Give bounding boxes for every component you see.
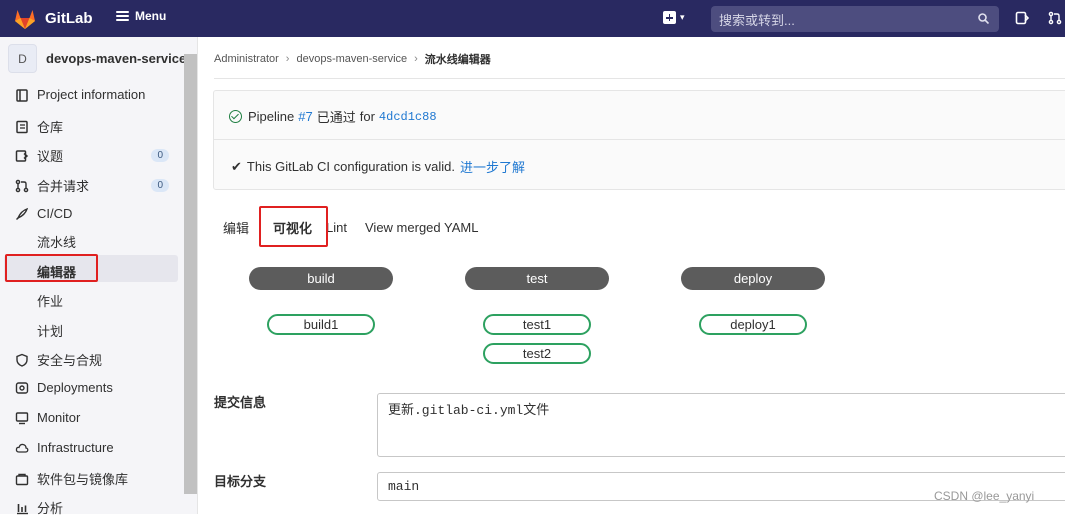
sidebar-item-monitor[interactable]: Monitor bbox=[15, 410, 175, 425]
commit-message-field[interactable]: 更新.gitlab-ci.yml文件 bbox=[377, 393, 1065, 457]
cloud-icon bbox=[15, 443, 29, 453]
sidebar-item-issues[interactable]: 议题 0 bbox=[15, 146, 175, 165]
pipeline-status-line: Pipeline #7 已通过 for 4dcd1c88 bbox=[229, 107, 437, 126]
project-avatar: D bbox=[8, 44, 37, 73]
job-build1[interactable]: build1 bbox=[267, 314, 375, 335]
config-valid-text: This GitLab CI configuration is valid. bbox=[246, 159, 456, 174]
deployments-icon bbox=[15, 381, 29, 394]
sidebar-subitem-schedules[interactable]: 计划 bbox=[37, 321, 63, 340]
menu-button[interactable]: Menu bbox=[116, 9, 166, 23]
sidebar-item-project-information[interactable]: Project information bbox=[15, 87, 175, 102]
sidebar-item-label: CI/CD bbox=[37, 206, 73, 221]
sidebar-item-label: 安全与合规 bbox=[37, 353, 103, 368]
rocket-icon bbox=[16, 207, 29, 220]
project-icon bbox=[16, 88, 28, 102]
breadcrumb: Administrator › devops-maven-service › 流… bbox=[214, 51, 491, 67]
tab-edit[interactable]: 编辑 bbox=[213, 218, 259, 237]
sidebar-item-label: 分析 bbox=[37, 501, 64, 516]
gitlab-logo-icon[interactable] bbox=[13, 8, 37, 30]
visualize-highlight-box bbox=[259, 206, 328, 247]
sidebar-item-repository[interactable]: 仓库 bbox=[15, 117, 175, 136]
sidebar-item-label: 软件包与镜像库 bbox=[37, 472, 129, 487]
stage-build: build bbox=[249, 267, 393, 290]
check-icon: ✔ bbox=[231, 158, 242, 174]
chevron-down-icon: ▾ bbox=[680, 12, 685, 22]
repository-icon bbox=[16, 120, 28, 133]
brand-name[interactable]: GitLab bbox=[45, 10, 93, 27]
project-header[interactable]: D devops-maven-service bbox=[8, 44, 186, 73]
target-branch-label: 目标分支 bbox=[214, 474, 267, 489]
issues-nav-icon[interactable] bbox=[1015, 11, 1029, 25]
learn-more-link[interactable]: 进一步了解 bbox=[460, 157, 525, 176]
pipeline-status-text: 已通过 bbox=[316, 110, 356, 125]
sidebar-item-infrastructure[interactable]: Infrastructure bbox=[15, 440, 175, 455]
sidebar-item-packages[interactable]: 软件包与镜像库 bbox=[15, 469, 175, 488]
tab-view-merged-yaml[interactable]: View merged YAML bbox=[357, 220, 488, 235]
config-valid-line: ✔ This GitLab CI configuration is valid.… bbox=[231, 157, 525, 176]
menu-label: Menu bbox=[135, 9, 167, 23]
sidebar-item-analytics[interactable]: 分析 bbox=[15, 498, 175, 517]
pipeline-prefix: Pipeline bbox=[248, 109, 295, 124]
plus-square-icon bbox=[663, 11, 676, 24]
issues-count-badge: 0 bbox=[151, 149, 169, 162]
commit-message-label: 提交信息 bbox=[214, 395, 267, 410]
watermark: CSDN @lee_yanyi bbox=[934, 489, 1035, 503]
sidebar-item-label: Deployments bbox=[37, 380, 113, 395]
shield-icon bbox=[16, 353, 28, 367]
sidebar-item-label: Infrastructure bbox=[37, 440, 114, 455]
top-navbar: GitLab Menu ▾ 搜索或转到... bbox=[0, 0, 1065, 37]
status-passed-icon bbox=[229, 110, 242, 123]
monitor-icon bbox=[15, 411, 29, 424]
pipeline-id-link[interactable]: #7 bbox=[298, 109, 312, 124]
sidebar-subitem-jobs[interactable]: 作业 bbox=[37, 291, 63, 310]
search-input[interactable]: 搜索或转到... bbox=[711, 6, 999, 32]
sidebar-scrollbar[interactable] bbox=[184, 54, 197, 494]
breadcrumb-current[interactable]: 流水线编辑器 bbox=[425, 51, 491, 67]
sidebar-item-deployments[interactable]: Deployments bbox=[15, 380, 175, 395]
panel-divider bbox=[214, 139, 1065, 140]
project-sidebar: D devops-maven-service Project informati… bbox=[0, 37, 198, 517]
sidebar-item-label: 仓库 bbox=[37, 120, 64, 135]
package-icon bbox=[15, 473, 29, 485]
merge-requests-count-badge: 0 bbox=[151, 179, 169, 192]
pipeline-for-label: for bbox=[359, 109, 375, 124]
commit-sha-link[interactable]: 4dcd1c88 bbox=[379, 110, 437, 124]
merge-requests-nav-icon[interactable] bbox=[1048, 11, 1062, 25]
search-placeholder: 搜索或转到... bbox=[719, 12, 795, 28]
hamburger-icon bbox=[116, 11, 129, 21]
sidebar-item-label: 议题 bbox=[37, 149, 64, 164]
editor-tabs: 编辑 可视化 Lint View merged YAML bbox=[213, 210, 488, 245]
issues-icon bbox=[15, 149, 29, 162]
sidebar-item-cicd[interactable]: CI/CD bbox=[15, 206, 175, 221]
breadcrumb-administrator[interactable]: Administrator bbox=[214, 53, 279, 65]
stage-deploy: deploy bbox=[681, 267, 825, 290]
merge-request-icon bbox=[15, 179, 29, 192]
sidebar-item-merge-requests[interactable]: 合并请求 0 bbox=[15, 176, 175, 195]
breadcrumb-project[interactable]: devops-maven-service bbox=[296, 53, 407, 65]
pipeline-status-panel: Pipeline #7 已通过 for 4dcd1c88 ✔ This GitL… bbox=[213, 90, 1065, 190]
sidebar-item-label: 合并请求 bbox=[37, 179, 90, 194]
job-test2[interactable]: test2 bbox=[483, 343, 591, 364]
stage-test: test bbox=[465, 267, 609, 290]
job-test1[interactable]: test1 bbox=[483, 314, 591, 335]
sidebar-subitem-pipelines[interactable]: 流水线 bbox=[37, 232, 76, 251]
chevron-right-icon: › bbox=[414, 53, 418, 65]
breadcrumb-divider bbox=[214, 78, 1065, 79]
analytics-icon bbox=[17, 503, 28, 514]
editor-highlight-box bbox=[5, 254, 98, 282]
sidebar-item-label: Monitor bbox=[37, 410, 81, 425]
job-deploy1[interactable]: deploy1 bbox=[699, 314, 807, 335]
chevron-right-icon: › bbox=[285, 53, 290, 65]
project-name: devops-maven-service bbox=[46, 51, 187, 66]
sidebar-item-security[interactable]: 安全与合规 bbox=[15, 350, 175, 369]
sidebar-item-label: Project information bbox=[37, 87, 146, 102]
search-icon bbox=[978, 13, 989, 24]
new-dropdown-button[interactable]: ▾ bbox=[663, 11, 685, 24]
